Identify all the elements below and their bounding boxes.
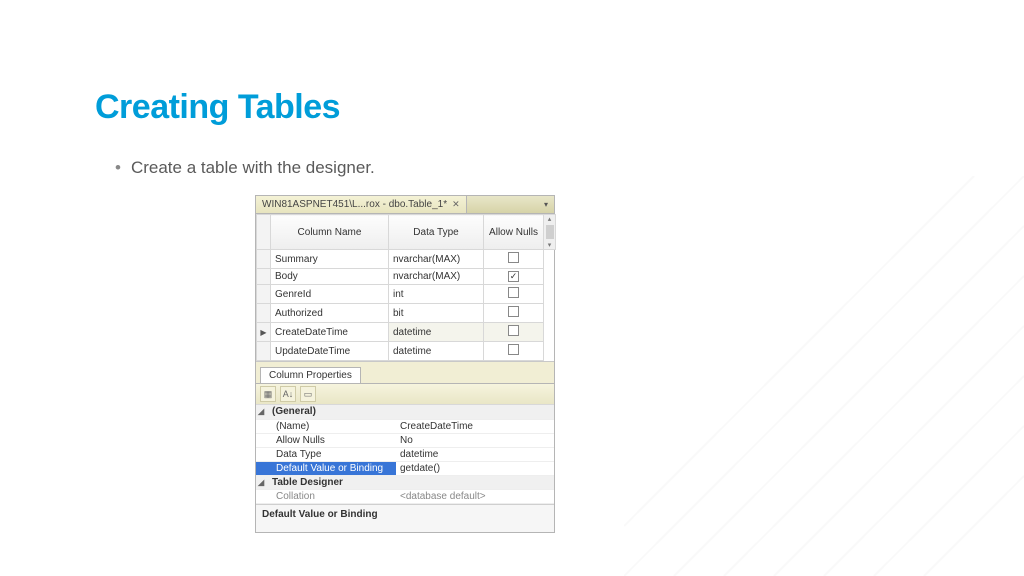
property-description-bar: Default Value or Binding bbox=[256, 504, 554, 532]
allow-nulls-checkbox[interactable] bbox=[508, 252, 519, 263]
vertical-scrollbar[interactable]: ▴ ▾ bbox=[544, 215, 555, 249]
close-icon[interactable]: ✕ bbox=[452, 199, 460, 210]
cell-allow-nulls[interactable] bbox=[484, 342, 544, 361]
row-selector[interactable] bbox=[257, 285, 271, 304]
collapse-icon[interactable]: ◢ bbox=[258, 407, 267, 416]
scroll-up-icon[interactable]: ▴ bbox=[548, 215, 552, 223]
cell-allow-nulls[interactable]: ✓ bbox=[484, 269, 544, 285]
row-selector[interactable] bbox=[257, 250, 271, 269]
cell-allow-nulls[interactable] bbox=[484, 250, 544, 269]
cell-allow-nulls[interactable] bbox=[484, 304, 544, 323]
prop-row-allow-nulls[interactable]: Allow Nulls No bbox=[256, 433, 554, 447]
table-designer-window: WIN81ASPNET451\L...rox - dbo.Table_1* ✕ … bbox=[255, 195, 555, 533]
scroll-down-icon[interactable]: ▾ bbox=[548, 241, 552, 249]
current-row-marker-icon: ▶ bbox=[260, 328, 266, 337]
cell-column-name[interactable]: Body bbox=[271, 269, 389, 285]
prop-row-name[interactable]: (Name) CreateDateTime bbox=[256, 419, 554, 433]
tab-column-properties[interactable]: Column Properties bbox=[260, 367, 361, 383]
header-column-name[interactable]: Column Name bbox=[271, 215, 389, 250]
cell-column-name[interactable]: UpdateDateTime bbox=[271, 342, 389, 361]
cell-data-type[interactable]: datetime bbox=[389, 342, 484, 361]
scroll-thumb[interactable] bbox=[546, 225, 554, 239]
background-decoration bbox=[624, 176, 1024, 576]
document-tab-bar: WIN81ASPNET451\L...rox - dbo.Table_1* ✕ … bbox=[256, 196, 554, 214]
category-general: (General) bbox=[260, 406, 316, 417]
cell-data-type[interactable]: bit bbox=[389, 304, 484, 323]
cell-allow-nulls[interactable] bbox=[484, 323, 544, 342]
allow-nulls-checkbox[interactable] bbox=[508, 306, 519, 317]
table-row[interactable]: Bodynvarchar(MAX) ✓ bbox=[257, 269, 556, 285]
cell-data-type[interactable]: nvarchar(MAX) bbox=[389, 269, 484, 285]
cell-data-type[interactable]: nvarchar(MAX) bbox=[389, 250, 484, 269]
cell-column-name[interactable]: CreateDateTime bbox=[271, 323, 389, 342]
row-selector[interactable]: ▶ bbox=[257, 323, 271, 342]
table-row[interactable]: GenreIdint bbox=[257, 285, 556, 304]
collapse-icon[interactable]: ◢ bbox=[258, 478, 267, 487]
properties-toolbar: ▦ A↓ ▭ bbox=[256, 383, 554, 405]
prop-row-collation[interactable]: Collation <database default> bbox=[256, 489, 554, 503]
row-selector[interactable] bbox=[257, 304, 271, 323]
properties-grid[interactable]: ◢ (General) (Name) CreateDateTime Allow … bbox=[256, 405, 554, 504]
cell-allow-nulls[interactable] bbox=[484, 285, 544, 304]
cell-column-name[interactable]: Authorized bbox=[271, 304, 389, 323]
table-row[interactable]: ▶ CreateDateTimedatetime bbox=[257, 323, 556, 342]
slide-title: Creating Tables bbox=[95, 88, 340, 127]
table-row[interactable]: Authorizedbit bbox=[257, 304, 556, 323]
allow-nulls-checkbox[interactable] bbox=[508, 325, 519, 336]
prop-row-data-type[interactable]: Data Type datetime bbox=[256, 447, 554, 461]
header-data-type[interactable]: Data Type bbox=[389, 215, 484, 250]
document-tab[interactable]: WIN81ASPNET451\L...rox - dbo.Table_1* ✕ bbox=[256, 196, 467, 213]
category-table-designer: Table Designer bbox=[260, 477, 343, 488]
slide-bullet: Create a table with the designer. bbox=[115, 158, 375, 178]
alphabetical-button[interactable]: A↓ bbox=[280, 386, 296, 402]
tab-overflow-menu[interactable]: ▾ bbox=[538, 196, 554, 213]
allow-nulls-checkbox[interactable]: ✓ bbox=[508, 271, 519, 282]
cell-column-name[interactable]: GenreId bbox=[271, 285, 389, 304]
header-allow-nulls[interactable]: Allow Nulls bbox=[484, 215, 544, 250]
properties-tab-bar: Column Properties bbox=[256, 361, 554, 383]
row-selector[interactable] bbox=[257, 269, 271, 285]
categorized-button[interactable]: ▦ bbox=[260, 386, 276, 402]
cell-column-name[interactable]: Summary bbox=[271, 250, 389, 269]
columns-grid[interactable]: Column Name Data Type Allow Nulls ▴ ▾ Su… bbox=[256, 214, 556, 361]
cell-data-type[interactable]: int bbox=[389, 285, 484, 304]
prop-row-default-value[interactable]: Default Value or Binding getdate() bbox=[256, 461, 554, 475]
allow-nulls-checkbox[interactable] bbox=[508, 344, 519, 355]
table-row[interactable]: Summarynvarchar(MAX) bbox=[257, 250, 556, 269]
row-selector[interactable] bbox=[257, 342, 271, 361]
cell-data-type[interactable]: datetime bbox=[389, 323, 484, 342]
allow-nulls-checkbox[interactable] bbox=[508, 287, 519, 298]
document-tab-label: WIN81ASPNET451\L...rox - dbo.Table_1* bbox=[262, 199, 447, 210]
properties-pages-button[interactable]: ▭ bbox=[300, 386, 316, 402]
table-row[interactable]: UpdateDateTimedatetime bbox=[257, 342, 556, 361]
